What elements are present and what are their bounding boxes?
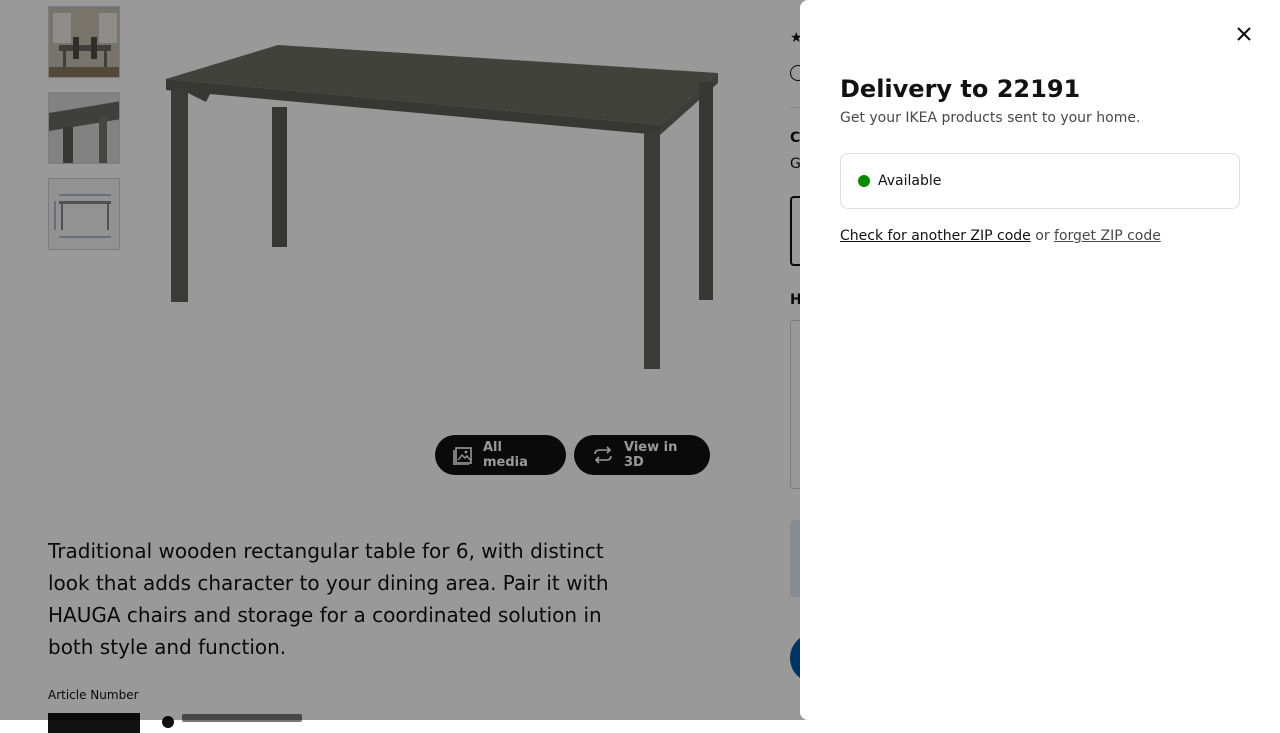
close-icon — [1236, 26, 1252, 46]
or-text: or — [1035, 228, 1050, 244]
availability-card: Available — [840, 153, 1240, 209]
status-dot-icon — [858, 175, 870, 187]
availability-status: Available — [878, 173, 942, 189]
close-button[interactable] — [1231, 23, 1257, 49]
modal-title: Delivery to 22191 — [840, 75, 1081, 103]
zip-code-links: Check for another ZIP code or forget ZIP… — [840, 226, 1161, 246]
check-another-zip-link[interactable]: Check for another ZIP code — [840, 228, 1031, 244]
modal-subtitle: Get your IKEA products sent to your home… — [840, 110, 1141, 126]
forget-zip-link[interactable]: forget ZIP code — [1054, 228, 1161, 244]
